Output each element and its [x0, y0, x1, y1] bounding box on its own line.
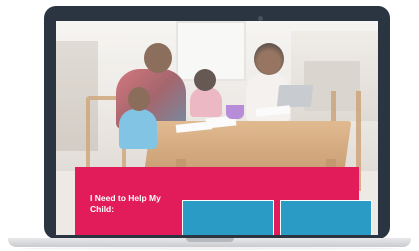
laptop-base-notch [186, 238, 234, 242]
option-tile-1[interactable] [182, 200, 274, 235]
help-my-child-panel: I Need to Help My Child: [75, 167, 372, 235]
laptop-screen: I Need to Help My Child: [56, 21, 378, 235]
cta-heading: I Need to Help My Child: [90, 193, 161, 214]
option-tile-2[interactable] [280, 200, 372, 235]
